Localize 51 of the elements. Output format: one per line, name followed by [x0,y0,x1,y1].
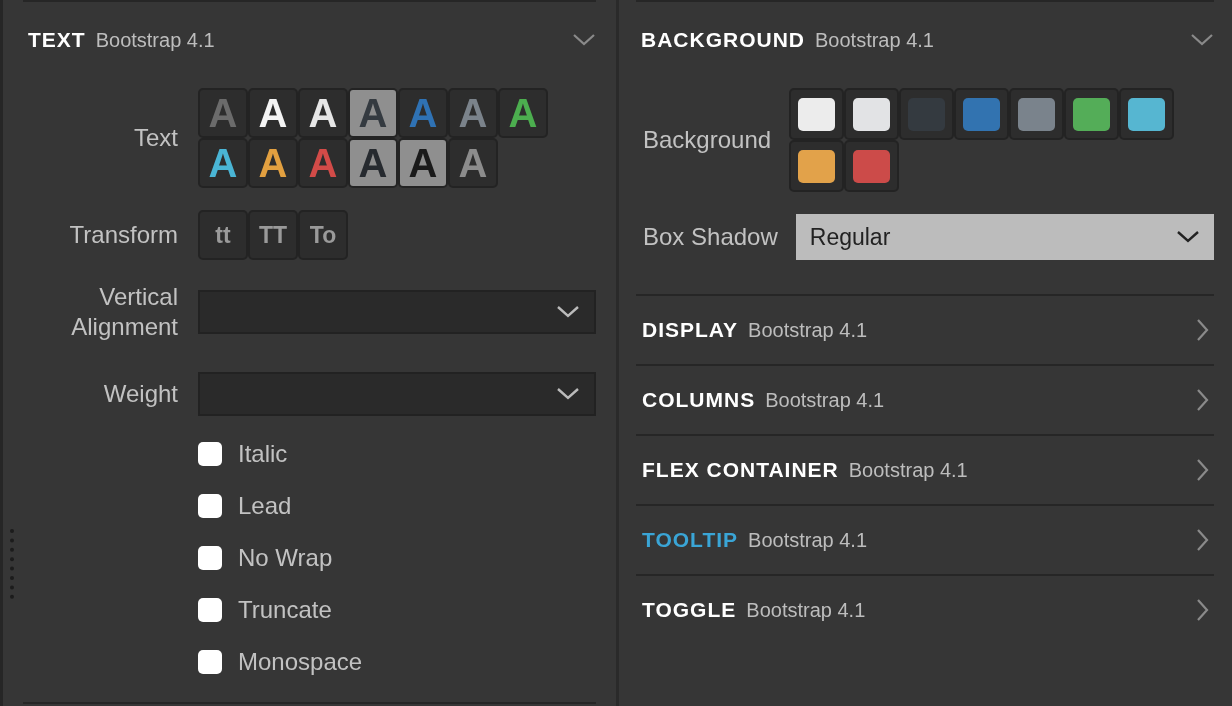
section-title[interactable]: TEXT [28,28,86,52]
text-color-swatch[interactable]: A [448,88,498,138]
section-subtitle: Bootstrap 4.1 [95,28,215,52]
field-label: Text [133,123,178,153]
field-label: Transform [68,220,178,250]
section-title[interactable]: BACKGROUND [641,28,805,52]
section-title[interactable]: TOGGLE [642,598,737,622]
checkbox-label[interactable]: No Wrap [238,544,333,572]
transform-button[interactable]: To [298,210,348,260]
section-title[interactable]: DISPLAY [642,318,739,342]
section-subtitle: Bootstrap 4.1 [748,318,868,342]
checkbox[interactable] [198,650,222,674]
checkbox-label[interactable]: Truncate [238,596,332,624]
checkbox-label[interactable]: Monospace [238,648,363,676]
text-color-swatch[interactable]: A [348,138,398,188]
transform-button[interactable]: TT [248,210,298,260]
field-label: Box Shadow [642,222,778,252]
dropdown-field[interactable]: Regular [795,214,1214,260]
chevron-down-icon [556,305,580,319]
checkbox[interactable] [198,494,222,518]
text-color-swatch[interactable]: A [198,138,248,188]
section-subtitle: Bootstrap 4.1 [746,598,866,622]
dropdown-field[interactable] [198,290,596,334]
section-subtitle: Bootstrap 4.1 [815,28,934,52]
field-label: Weight [102,379,178,409]
checkbox-label[interactable]: Lead [238,492,292,520]
checkbox[interactable] [198,598,222,622]
grip-handle-icon[interactable] [9,528,15,600]
text-color-swatch[interactable]: A [248,138,298,188]
text-color-swatch[interactable]: A [498,88,548,138]
text-color-swatch[interactable]: A [348,88,398,138]
checkbox[interactable] [198,546,222,570]
field-label: Vertical Alignment [70,282,178,342]
text-color-swatch[interactable]: A [298,88,348,138]
section-title[interactable]: FLEX CONTAINER [642,458,839,482]
dropdown-field[interactable] [198,372,596,416]
chevron-down-icon [1176,230,1200,244]
section-subtitle: Bootstrap 4.1 [848,458,968,482]
section-title[interactable]: COLUMNS [642,388,756,412]
text-color-swatch[interactable]: A [248,88,298,138]
field-label: Background [642,125,772,155]
text-color-swatch[interactable]: A [448,138,498,188]
section-subtitle: Bootstrap 4.1 [748,528,868,552]
section-title[interactable]: TOOLTIP [642,528,739,552]
chevron-down-icon [556,387,580,401]
transform-button[interactable]: tt [198,210,248,260]
text-color-swatch[interactable]: A [398,138,448,188]
checkbox-label[interactable]: Italic [238,440,288,468]
checkbox[interactable] [198,442,222,466]
section-subtitle: Bootstrap 4.1 [765,388,885,412]
text-color-swatch[interactable]: A [298,138,348,188]
